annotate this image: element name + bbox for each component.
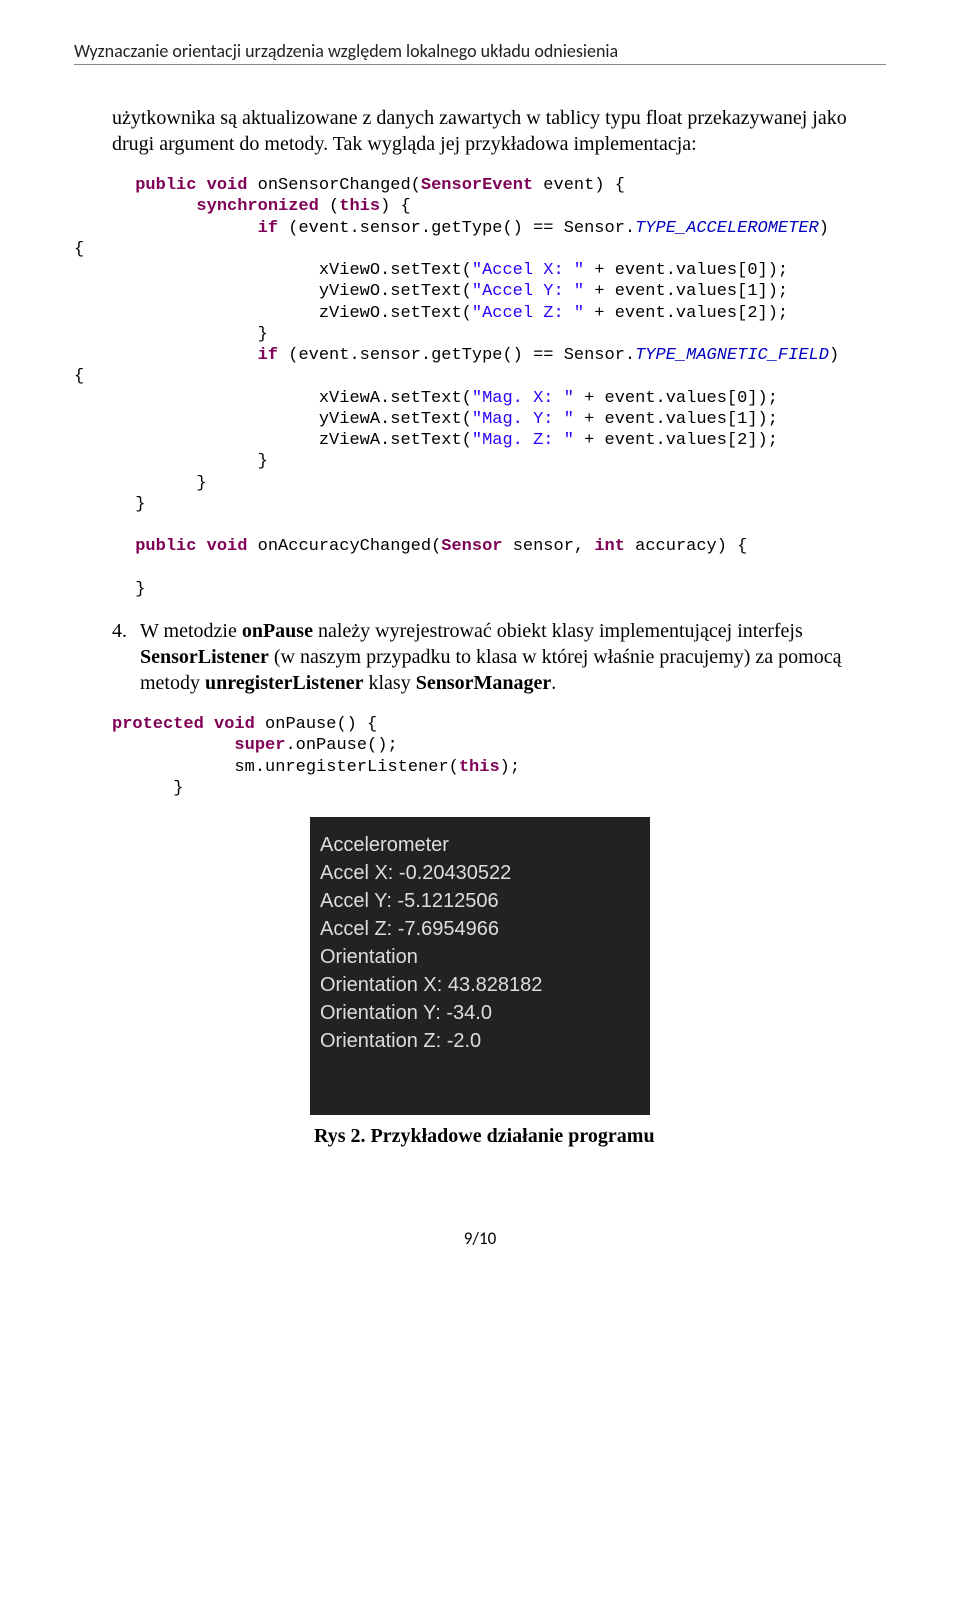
list-item-4: 4. W metodzie onPause należy wyrejestrow…	[112, 618, 886, 696]
code-line: if (event.sensor.getType() == Sensor.TYP…	[74, 346, 839, 365]
code-line: {	[74, 367, 84, 386]
screenshot-line: Orientation	[320, 943, 640, 971]
code-line: if (event.sensor.getType() == Sensor.TYP…	[74, 219, 829, 238]
code-line: zViewA.setText("Mag. Z: " + event.values…	[74, 431, 778, 450]
figure-caption: Rys 2. Przykładowe działanie programu	[314, 1125, 886, 1148]
paragraph-intro: użytkownika są aktualizowane z danych za…	[112, 105, 886, 157]
code-line: }	[74, 325, 268, 344]
screenshot-line: Accel Y: -5.1212506	[320, 887, 640, 915]
code-line: xViewO.setText("Accel X: " + event.value…	[74, 261, 788, 280]
list-text: W metodzie onPause należy wyrejestrować …	[140, 618, 886, 696]
code-line: }	[74, 580, 145, 599]
page-header: Wyznaczanie orientacji urządzenia względ…	[74, 40, 886, 65]
screenshot-line: Orientation Z: -2.0	[320, 1027, 640, 1055]
code-line: synchronized (this) {	[74, 197, 411, 216]
paragraph-text: Tak wygląda jej przykładowa implementacj…	[333, 133, 697, 155]
code-line: xViewA.setText("Mag. X: " + event.values…	[74, 389, 778, 408]
code-line: yViewO.setText("Accel Y: " + event.value…	[74, 282, 788, 301]
code-line: zViewO.setText("Accel Z: " + event.value…	[74, 304, 788, 323]
list-number: 4.	[112, 618, 140, 696]
screenshot-content: Accelerometer Accel X: -0.20430522 Accel…	[310, 817, 650, 1115]
code-line: protected void onPause() {	[112, 715, 377, 734]
code-line: }	[112, 779, 183, 798]
code-line: public void onSensorChanged(SensorEvent …	[74, 176, 625, 195]
code-line: }	[74, 474, 207, 493]
screenshot-line: Accel Z: -7.6954966	[320, 915, 640, 943]
screenshot-line: Orientation Y: -34.0	[320, 999, 640, 1027]
code-line: sm.unregisterListener(this);	[112, 758, 520, 777]
code-line: {	[74, 240, 84, 259]
code-line: yViewA.setText("Mag. Y: " + event.values…	[74, 410, 778, 429]
screenshot-line: Orientation X: 43.828182	[320, 971, 640, 999]
screenshot-line: Accelerometer	[320, 831, 640, 859]
page-number: 9/10	[74, 1228, 886, 1249]
code-line: }	[74, 495, 145, 514]
code-line: public void onAccuracyChanged(Sensor sen…	[74, 537, 747, 556]
document-page: Wyznaczanie orientacji urządzenia względ…	[0, 0, 960, 1299]
code-block-2: protected void onPause() { super.onPause…	[112, 714, 886, 799]
code-line: }	[74, 452, 268, 471]
screenshot-line: Accel X: -0.20430522	[320, 859, 640, 887]
code-block-1: public void onSensorChanged(SensorEvent …	[74, 175, 886, 600]
code-line: super.onPause();	[112, 736, 398, 755]
app-screenshot: Accelerometer Accel X: -0.20430522 Accel…	[310, 817, 650, 1115]
